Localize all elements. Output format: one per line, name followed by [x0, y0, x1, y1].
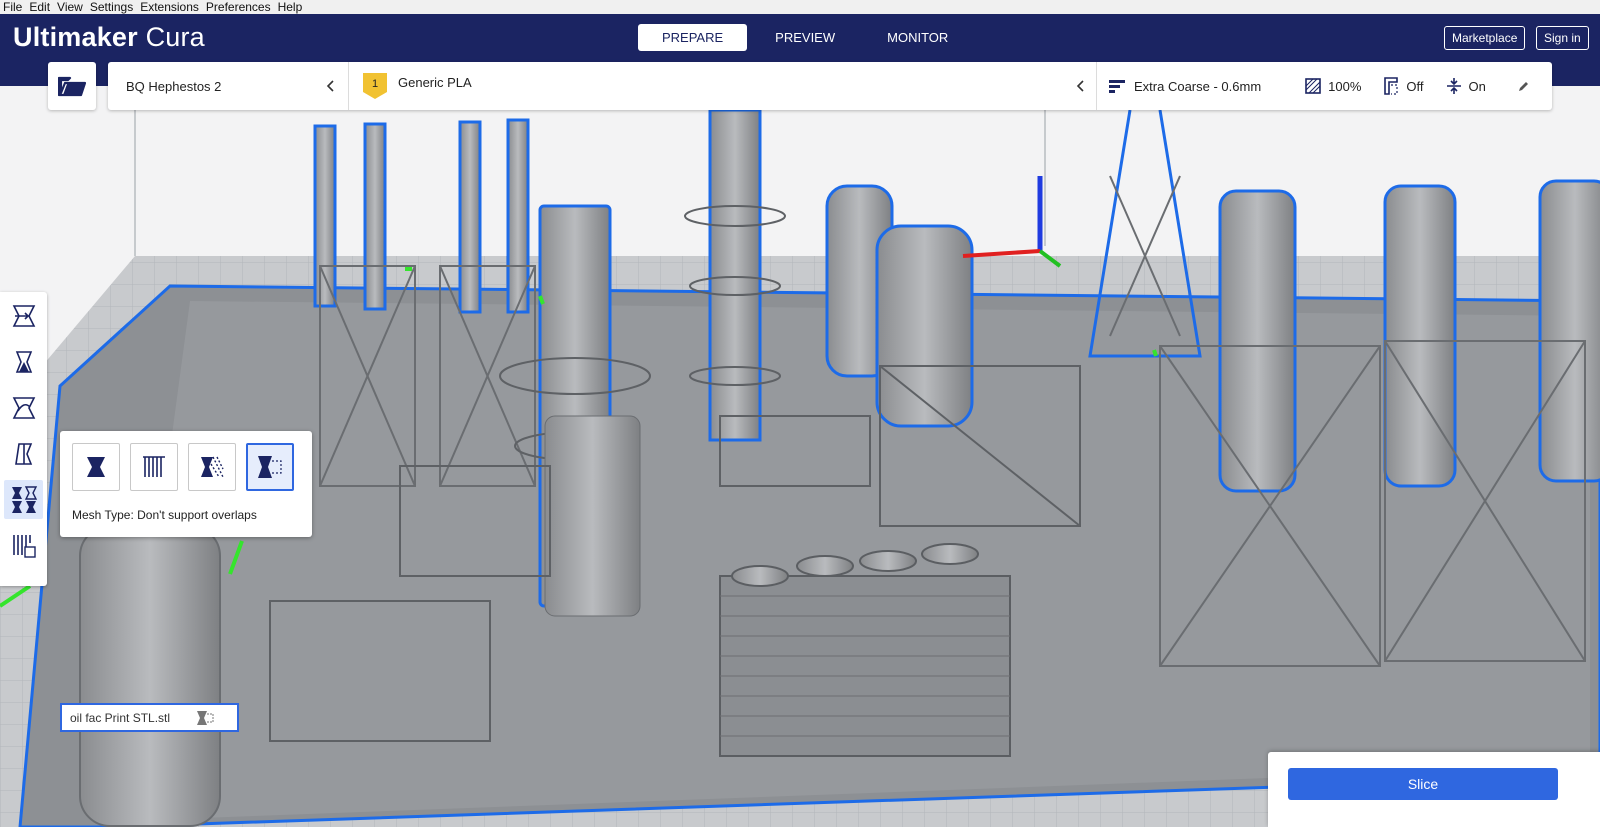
stage-tabs: PREPARE PREVIEW MONITOR	[638, 24, 976, 51]
mesh-type-label: Mesh Type: Don't support overlaps	[72, 508, 257, 522]
print-as-support-icon	[143, 456, 165, 477]
divider	[1096, 62, 1097, 110]
normal-model-icon	[87, 457, 105, 477]
tab-monitor[interactable]: MONITOR	[863, 24, 972, 51]
object-name: oil fac Print STL.stl	[70, 710, 171, 725]
mesh-type-support-button[interactable]	[130, 443, 178, 491]
mesh-type-panel: Mesh Type: Don't support overlaps	[60, 431, 312, 537]
per-model-settings-button[interactable]	[4, 480, 43, 519]
scale-tool-button[interactable]	[4, 342, 43, 381]
svg-text:1: 1	[372, 78, 378, 90]
tab-preview[interactable]: PREVIEW	[751, 24, 859, 51]
rotate-tool-icon	[12, 396, 35, 419]
folder-icon	[58, 76, 86, 97]
menu-file[interactable]: File	[0, 0, 26, 14]
sign-in-button[interactable]: Sign in	[1536, 26, 1589, 50]
slice-panel: Slice	[1268, 752, 1600, 827]
app-logo: Ultimaker Cura	[13, 22, 205, 52]
mesh-type-indicator-icon	[197, 711, 214, 725]
per-model-settings-icon	[11, 485, 37, 513]
extruder-badge-icon: 1	[363, 73, 387, 99]
menu-help[interactable]: Help	[275, 0, 307, 14]
mirror-tool-button[interactable]	[4, 434, 43, 473]
profile-icon	[1109, 80, 1125, 93]
material-selector[interactable]: 1 Generic PLA	[362, 62, 472, 110]
pencil-icon[interactable]	[1518, 80, 1530, 92]
printer-settings-bar: BQ Hephestos 2 1 Generic PLA Extra Coars…	[108, 62, 1552, 110]
menu-extensions[interactable]: Extensions	[137, 0, 203, 14]
menu-edit[interactable]: Edit	[26, 0, 54, 14]
open-file-button[interactable]	[48, 62, 96, 110]
adhesion-icon	[1446, 78, 1461, 94]
support-icon	[1384, 77, 1399, 95]
mirror-tool-icon	[14, 442, 32, 465]
move-tool-icon	[12, 304, 35, 327]
divider	[348, 62, 349, 110]
printer-name: BQ Hephestos 2	[126, 78, 222, 94]
printer-selector[interactable]: BQ Hephestos 2	[126, 62, 221, 110]
marketplace-button[interactable]: Marketplace	[1444, 26, 1526, 50]
support-blocker-button[interactable]	[4, 526, 43, 565]
support-blocker-icon	[12, 534, 36, 558]
scale-tool-icon	[15, 350, 32, 373]
move-tool-button[interactable]	[4, 296, 43, 335]
chevron-left-icon[interactable]	[323, 78, 339, 94]
material-name: Generic PLA	[398, 74, 472, 90]
tool-panel	[0, 292, 47, 586]
mesh-type-modify-overlaps-button[interactable]	[188, 443, 236, 491]
object-name-label[interactable]: oil fac Print STL.stl	[60, 703, 239, 732]
print-settings-selector[interactable]: Extra Coarse - 0.6mm 100% Off On	[1108, 62, 1552, 110]
menu-preferences[interactable]: Preferences	[203, 0, 275, 14]
mesh-type-normal-button[interactable]	[72, 443, 120, 491]
menu-settings[interactable]: Settings	[87, 0, 137, 14]
infill-value: 100%	[1328, 78, 1362, 94]
menu-bar: File Edit View Settings Extensions Prefe…	[0, 0, 1600, 14]
modify-settings-overlaps-icon	[201, 456, 224, 478]
tab-prepare[interactable]: PREPARE	[638, 24, 748, 51]
chevron-left-icon[interactable]	[1073, 78, 1089, 94]
infill-icon	[1305, 78, 1321, 94]
profile-name: Extra Coarse - 0.6mm	[1134, 78, 1262, 94]
slice-button[interactable]: Slice	[1288, 768, 1558, 800]
rotate-tool-button[interactable]	[4, 388, 43, 427]
mesh-type-dont-support-overlaps-button[interactable]	[246, 443, 294, 491]
menu-view[interactable]: View	[54, 0, 87, 14]
dont-support-overlaps-icon	[258, 456, 282, 478]
support-value: Off	[1406, 78, 1424, 94]
adhesion-value: On	[1468, 78, 1486, 94]
